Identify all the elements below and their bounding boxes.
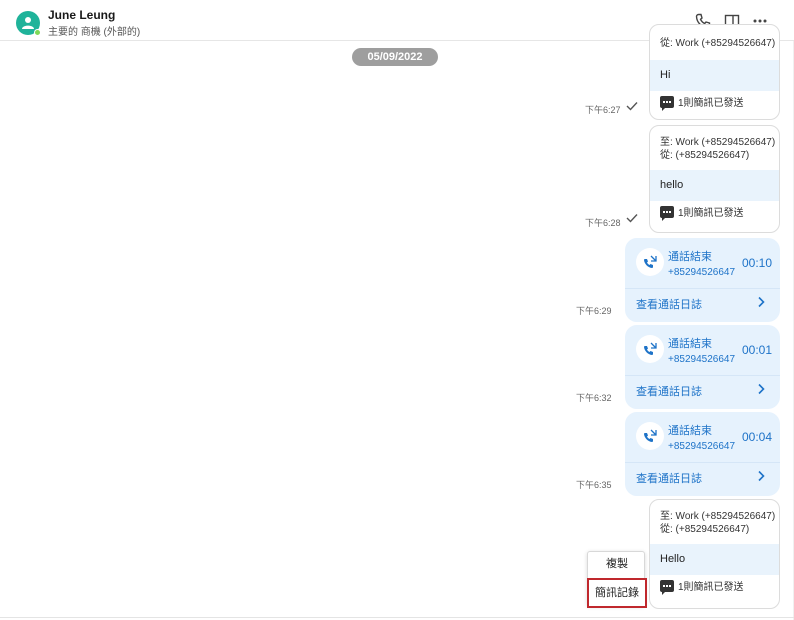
call-duration: 00:10 bbox=[742, 256, 773, 270]
call-record-card[interactable]: 通話結束 +85294526647 00:01 查看通話日誌 bbox=[625, 325, 780, 409]
chevron-right-icon[interactable] bbox=[756, 296, 766, 308]
sms-body: Hello bbox=[650, 544, 779, 575]
sms-body: hello bbox=[650, 170, 779, 201]
sent-check-icon bbox=[626, 214, 638, 223]
divider bbox=[625, 375, 780, 376]
message-time: 下午6:28 bbox=[585, 218, 621, 228]
message-icon bbox=[660, 96, 674, 112]
sms-to: 至: Work (+85294526647) bbox=[660, 511, 776, 522]
call-time: 下午6:32 bbox=[576, 393, 612, 403]
sms-status-text: 1則簡訊已發送 bbox=[678, 582, 744, 593]
call-record-card[interactable]: 通話結束 +85294526647 00:10 查看通話日誌 bbox=[625, 238, 780, 322]
call-time: 下午6:29 bbox=[576, 306, 612, 316]
chevron-right-icon[interactable] bbox=[756, 383, 766, 395]
message-icon bbox=[660, 580, 674, 596]
call-icon-circle bbox=[636, 422, 664, 450]
footer-divider bbox=[0, 617, 794, 618]
call-title: 通話結束 bbox=[668, 425, 712, 437]
sms-status-text: 1則簡訊已發送 bbox=[678, 208, 744, 219]
divider bbox=[625, 462, 780, 463]
call-duration: 00:04 bbox=[742, 430, 773, 444]
copy-menu-item[interactable]: 複製 bbox=[588, 556, 646, 572]
sms-message-card[interactable]: 至: Work (+85294526647) 從: (+85294526647)… bbox=[649, 499, 780, 609]
divider bbox=[625, 288, 780, 289]
sms-status-text: 1則簡訊已發送 bbox=[678, 98, 744, 109]
call-number: +85294526647 bbox=[668, 354, 736, 365]
call-title: 通話結束 bbox=[668, 251, 712, 263]
sms-log-menu-item[interactable]: 簡訊記錄 bbox=[587, 578, 647, 608]
message-icon bbox=[660, 206, 674, 222]
call-ended-icon bbox=[644, 342, 657, 355]
call-time: 下午6:35 bbox=[576, 480, 612, 490]
person-icon bbox=[22, 17, 34, 29]
presence-dot bbox=[34, 29, 41, 36]
call-duration: 00:01 bbox=[742, 343, 773, 357]
sms-message-card[interactable]: 從: Work (+85294526647) Hi 1則簡訊已發送 bbox=[649, 24, 780, 120]
view-call-log-link[interactable]: 查看通話日誌 bbox=[636, 296, 702, 312]
call-icon-circle bbox=[636, 335, 664, 363]
view-call-log-link[interactable]: 查看通話日誌 bbox=[636, 470, 702, 486]
call-ended-icon bbox=[644, 255, 657, 268]
view-call-log-link[interactable]: 查看通話日誌 bbox=[636, 383, 702, 399]
chevron-right-icon[interactable] bbox=[756, 470, 766, 482]
sms-message-card[interactable]: 至: Work (+85294526647) 從: (+85294526647)… bbox=[649, 125, 780, 233]
contact-subtitle: 主要的 商機 (外部的) bbox=[48, 27, 141, 38]
message-context-menu: 複製 簡訊記錄 bbox=[587, 551, 647, 608]
sms-from: 從: Work (+85294526647) bbox=[660, 38, 776, 49]
sms-status: 1則簡訊已發送 bbox=[650, 575, 779, 601]
call-number: +85294526647 bbox=[668, 267, 736, 278]
sms-from: 從: (+85294526647) bbox=[660, 524, 750, 535]
sms-status: 1則簡訊已發送 bbox=[650, 201, 779, 227]
date-separator: 05/09/2022 bbox=[352, 48, 438, 66]
call-icon-circle bbox=[636, 248, 664, 276]
sms-to: 至: Work (+85294526647) bbox=[660, 137, 776, 148]
sent-check-icon bbox=[626, 102, 638, 111]
message-time: 下午6:27 bbox=[585, 105, 621, 115]
call-ended-icon bbox=[644, 429, 657, 442]
call-title: 通話結束 bbox=[668, 338, 712, 350]
sms-from: 從: (+85294526647) bbox=[660, 150, 750, 161]
call-number: +85294526647 bbox=[668, 441, 736, 452]
sms-body: Hi bbox=[650, 60, 779, 91]
sms-status: 1則簡訊已發送 bbox=[650, 91, 779, 117]
contact-name[interactable]: June Leung bbox=[48, 8, 115, 22]
call-record-card[interactable]: 通話結束 +85294526647 00:04 查看通話日誌 bbox=[625, 412, 780, 496]
